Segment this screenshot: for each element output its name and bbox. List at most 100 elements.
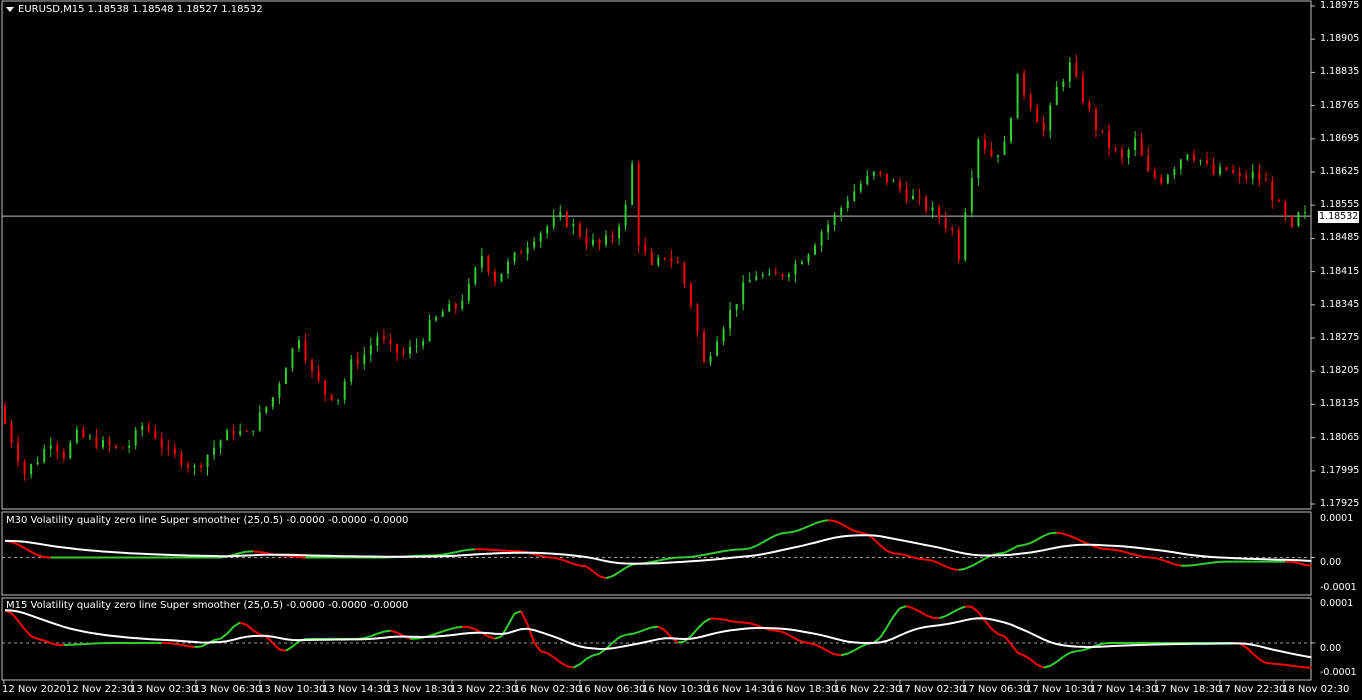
vq-segment <box>1252 652 1260 660</box>
candle-body <box>892 181 895 183</box>
candle-body <box>213 447 216 455</box>
vq-segment <box>533 641 542 652</box>
candle-body <box>1192 154 1195 161</box>
main-chart-title[interactable]: EURUSD,M15 1.18538 1.18548 1.18527 1.185… <box>6 4 263 16</box>
vq-segment <box>10 612 19 622</box>
vq-segment <box>612 571 620 577</box>
candle-body <box>395 344 398 353</box>
candle-body <box>1277 200 1280 202</box>
vq-segment <box>847 526 855 532</box>
vq-segment <box>540 554 548 559</box>
candle-body <box>1290 216 1293 227</box>
vq-segment <box>990 627 999 635</box>
vq-segment <box>945 565 953 570</box>
candle-body <box>154 431 157 439</box>
candle-body <box>82 429 85 438</box>
candle-body <box>1160 177 1163 184</box>
vq-segment <box>1062 532 1071 537</box>
vq-segment <box>1004 548 1012 554</box>
candle-body <box>1036 107 1039 123</box>
vq-segment <box>526 624 536 643</box>
candle-body <box>271 397 274 407</box>
vq-segment <box>788 634 796 640</box>
price-axis-label: 1.18555 <box>1320 199 1360 211</box>
candle-body <box>17 443 20 462</box>
candle-body <box>814 245 817 255</box>
candle-body <box>1284 201 1287 217</box>
vq-segment <box>1213 560 1221 564</box>
current-price-tag: 1.18532 <box>1318 211 1359 223</box>
vq-segment <box>30 635 39 640</box>
vq-segment <box>442 628 450 633</box>
vq-segment <box>1062 651 1071 658</box>
candle-body <box>996 155 999 157</box>
vq-segment <box>690 554 698 558</box>
vq-segment <box>259 551 267 555</box>
price-axis-label: 1.18905 <box>1320 33 1360 45</box>
vq-segment <box>226 625 235 635</box>
candle-body <box>742 282 745 305</box>
candle-body <box>1094 109 1097 130</box>
vq-segment <box>219 633 228 640</box>
candle-body <box>507 261 510 274</box>
time-axis-label: 16 Nov 14:30 <box>706 684 774 695</box>
candle-body <box>1186 154 1189 160</box>
candle-body <box>657 257 660 265</box>
candle-body <box>800 262 803 265</box>
vq-segment <box>1291 664 1299 668</box>
candle-body <box>1081 76 1084 103</box>
candle-body <box>833 215 836 225</box>
candle-body <box>147 425 150 432</box>
candle-body <box>611 235 614 238</box>
vq-segment <box>239 550 247 554</box>
candle-body <box>474 267 477 284</box>
candle-body <box>585 236 588 245</box>
vq-segment <box>1128 552 1136 556</box>
vq-segment <box>17 619 26 630</box>
vq-segment <box>814 643 823 649</box>
candle-body <box>467 283 470 301</box>
collapse-triangle-icon[interactable] <box>6 6 14 12</box>
candle-body <box>866 175 869 184</box>
vq-segment <box>997 633 1005 638</box>
candle-body <box>990 148 993 157</box>
vq-segment <box>631 631 639 636</box>
candle-body <box>4 406 6 424</box>
vq-segment <box>1056 656 1064 663</box>
candle-body <box>598 239 601 245</box>
indicator-1-title: M30 Volatility quality zero line Super s… <box>6 515 409 526</box>
candle-body <box>69 442 72 458</box>
candle-body <box>1166 175 1169 184</box>
vq-segment <box>801 640 809 644</box>
vq-segment <box>821 519 829 523</box>
vq-segment <box>37 554 45 559</box>
candle-body <box>1225 167 1228 170</box>
vq-segment <box>17 543 26 550</box>
chart-canvas[interactable] <box>0 0 1362 700</box>
candle-body <box>23 461 26 475</box>
vq-segment <box>958 567 966 571</box>
vq-segment <box>390 629 398 634</box>
vq-segment <box>1017 543 1025 548</box>
vq-segment <box>781 631 790 636</box>
vq-segment <box>566 665 574 669</box>
candle-body <box>180 453 183 465</box>
vq-segment <box>840 522 849 529</box>
indicator-2-axis-top: 0.0001 <box>1320 598 1354 609</box>
candle-body <box>513 252 516 262</box>
candle-body <box>10 423 13 444</box>
vq-segment <box>553 656 561 664</box>
vq-segment <box>984 619 993 630</box>
vq-segment <box>1082 647 1090 652</box>
candle-body <box>311 360 314 371</box>
vq-segment <box>514 610 522 615</box>
candle-body <box>957 230 960 260</box>
vq-segment <box>723 618 731 622</box>
vq-segment <box>449 551 456 555</box>
candle-body <box>879 171 882 174</box>
vq-segment <box>782 531 790 535</box>
candle-body <box>134 429 137 446</box>
vq-segment <box>1030 538 1038 544</box>
vq-segment <box>853 529 862 534</box>
candle-body <box>951 228 954 231</box>
